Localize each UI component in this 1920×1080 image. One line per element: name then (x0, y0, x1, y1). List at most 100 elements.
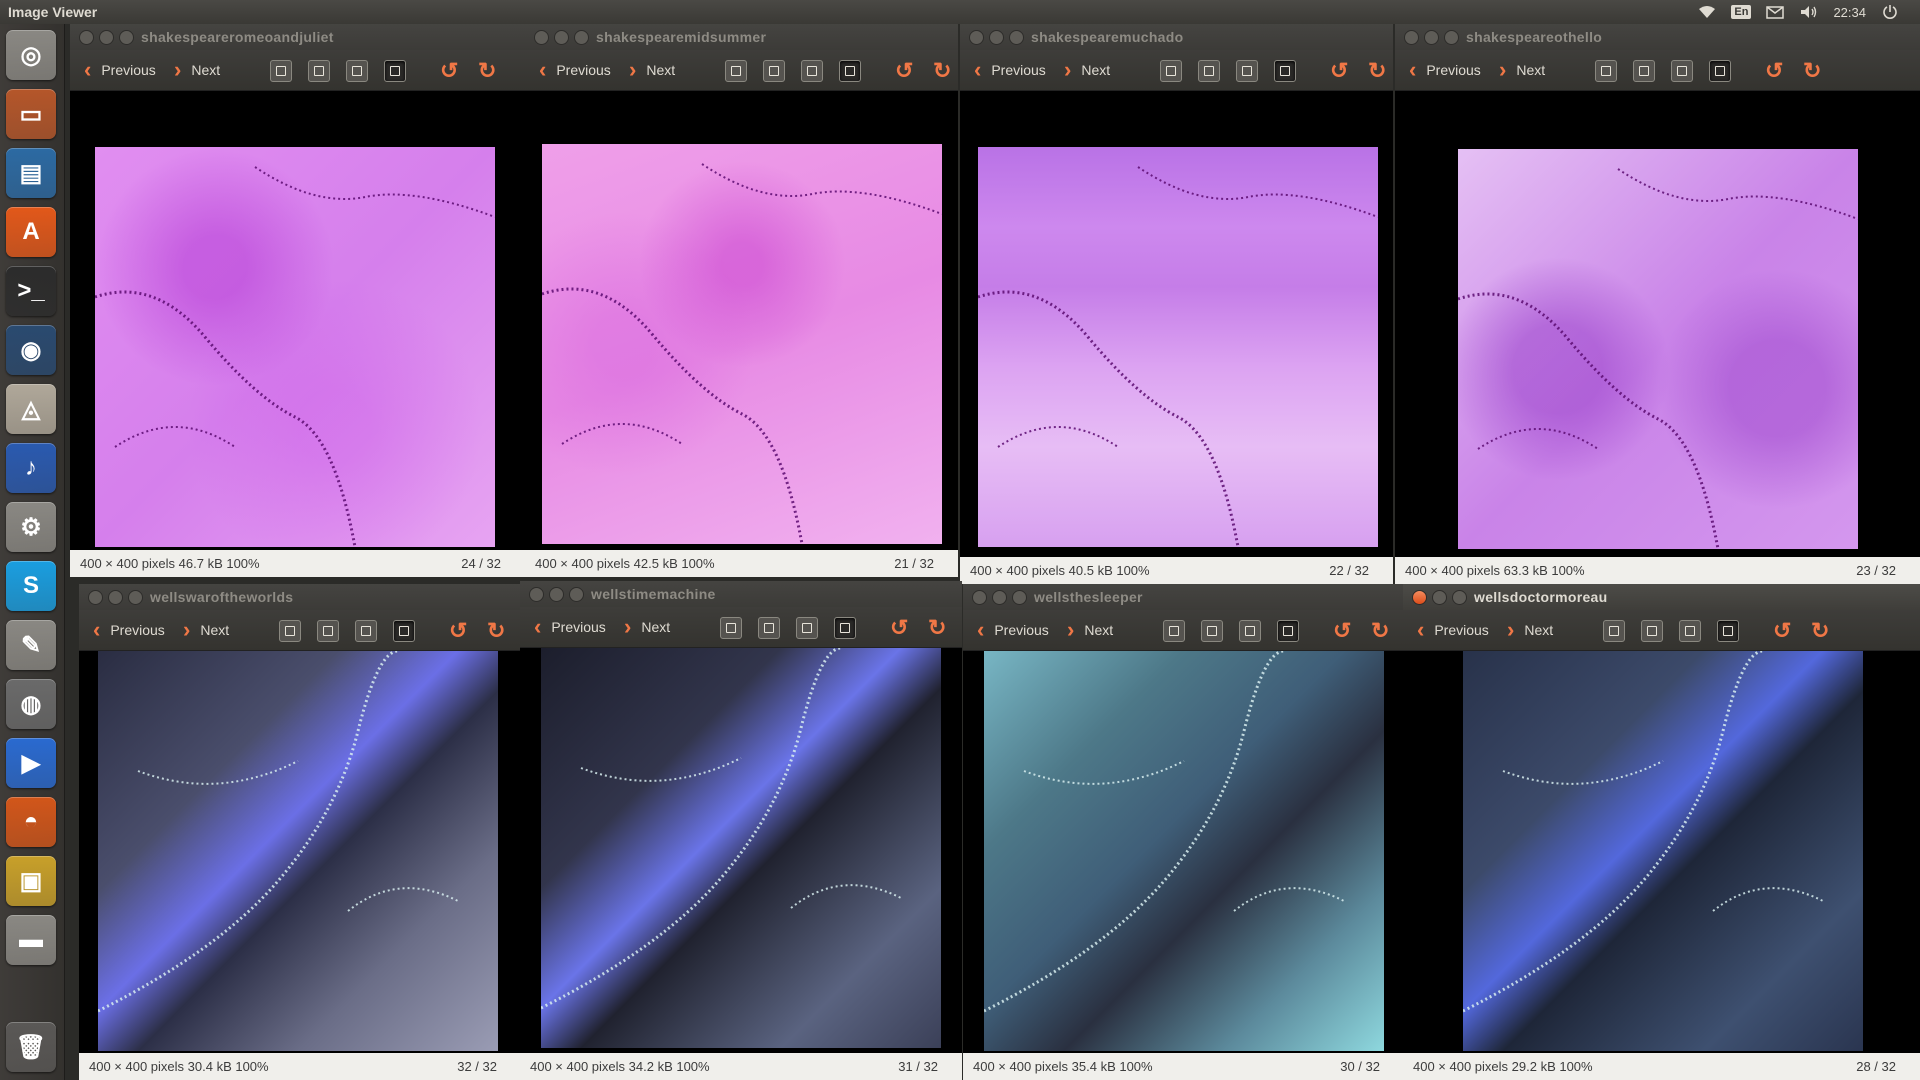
image-area[interactable] (1395, 91, 1920, 557)
best-fit-icon[interactable] (1717, 620, 1739, 642)
rotate-left-icon[interactable]: ↺ (895, 58, 913, 84)
rotate-left-icon[interactable]: ↺ (1765, 58, 1783, 84)
zoom-in-icon[interactable] (1595, 60, 1617, 82)
drive-icon[interactable]: ▬ (6, 915, 56, 965)
zoom-in-icon[interactable] (720, 617, 742, 639)
media-player-icon[interactable]: ▶ (6, 738, 56, 788)
maximize-icon[interactable] (119, 30, 134, 45)
title-bar[interactable]: wellstimemachine (520, 581, 962, 607)
image-viewer-window[interactable]: wellswaroftheworlds ‹ Previous › Next ↺ … (79, 584, 521, 1080)
zoom-out-icon[interactable] (763, 60, 785, 82)
previous-button[interactable]: ‹ Previous (534, 607, 606, 647)
audacity-icon[interactable]: ♪ (6, 443, 56, 493)
previous-button[interactable]: ‹ Previous (84, 50, 156, 90)
next-button[interactable]: › Next (183, 610, 229, 650)
image-area[interactable] (79, 651, 521, 1053)
close-icon[interactable] (969, 30, 984, 45)
maximize-icon[interactable] (128, 590, 143, 605)
minimize-icon[interactable] (108, 590, 123, 605)
zoom-out-icon[interactable] (1641, 620, 1663, 642)
map-icon[interactable]: ◬ (6, 384, 56, 434)
previous-button[interactable]: ‹ Previous (1409, 50, 1481, 90)
title-bar[interactable]: shakespearemidsummer (525, 24, 958, 50)
normal-size-icon[interactable] (796, 617, 818, 639)
image-area[interactable] (525, 91, 958, 550)
image-viewer-icon[interactable]: ▣ (6, 856, 56, 906)
maximize-icon[interactable] (1452, 590, 1467, 605)
close-icon[interactable] (79, 30, 94, 45)
image-viewer-window[interactable]: wellsdoctormoreau ‹ Previous › Next ↺ ↻ … (1403, 584, 1920, 1080)
zoom-out-icon[interactable] (758, 617, 780, 639)
rotate-left-icon[interactable]: ↺ (1330, 58, 1348, 84)
zoom-out-icon[interactable] (1198, 60, 1220, 82)
minimize-icon[interactable] (1424, 30, 1439, 45)
previous-button[interactable]: ‹ Previous (974, 50, 1046, 90)
zoom-out-icon[interactable] (1201, 620, 1223, 642)
next-button[interactable]: › Next (1067, 610, 1113, 650)
rotate-right-icon[interactable]: ↻ (478, 58, 496, 84)
zoom-out-icon[interactable] (308, 60, 330, 82)
zoom-out-icon[interactable] (1633, 60, 1655, 82)
zoom-in-icon[interactable] (1163, 620, 1185, 642)
normal-size-icon[interactable] (1671, 60, 1693, 82)
image-viewer-window[interactable]: wellstimemachine ‹ Previous › Next ↺ ↻ 4… (520, 581, 962, 1080)
zoom-out-icon[interactable] (317, 620, 339, 642)
terminal-icon[interactable]: >_ (6, 266, 56, 316)
normal-size-icon[interactable] (1239, 620, 1261, 642)
software-center-icon[interactable]: A (6, 207, 56, 257)
image-area[interactable] (70, 91, 525, 550)
writer-icon[interactable]: ▤ (6, 148, 56, 198)
keyboard-layout-indicator[interactable]: En (1731, 3, 1752, 21)
next-button[interactable]: › Next (1499, 50, 1545, 90)
minimize-icon[interactable] (554, 30, 569, 45)
normal-size-icon[interactable] (1679, 620, 1701, 642)
rotate-left-icon[interactable]: ↺ (890, 615, 908, 641)
maximize-icon[interactable] (574, 30, 589, 45)
rotate-right-icon[interactable]: ↻ (1811, 618, 1829, 644)
next-button[interactable]: › Next (174, 50, 220, 90)
zoom-in-icon[interactable] (1160, 60, 1182, 82)
system-settings-icon[interactable]: ⚙ (6, 502, 56, 552)
next-button[interactable]: › Next (629, 50, 675, 90)
image-area[interactable] (960, 91, 1393, 557)
previous-button[interactable]: ‹ Previous (977, 610, 1049, 650)
image-viewer-window[interactable]: wellsthesleeper ‹ Previous › Next ↺ ↻ 40… (963, 584, 1404, 1080)
normal-size-icon[interactable] (355, 620, 377, 642)
normal-size-icon[interactable] (801, 60, 823, 82)
rotate-left-icon[interactable]: ↺ (1773, 618, 1791, 644)
rotate-right-icon[interactable]: ↻ (487, 618, 505, 644)
volume-icon[interactable] (1799, 3, 1819, 21)
maximize-icon[interactable] (1009, 30, 1024, 45)
minimize-icon[interactable] (992, 590, 1007, 605)
best-fit-icon[interactable] (1274, 60, 1296, 82)
maximize-icon[interactable] (569, 587, 584, 602)
next-button[interactable]: › Next (624, 607, 670, 647)
mail-icon[interactable] (1765, 3, 1785, 21)
image-viewer-window[interactable]: shakespearemuchado ‹ Previous › Next ↺ ↻ (960, 24, 1393, 584)
image-area[interactable] (1403, 651, 1920, 1053)
best-fit-icon[interactable] (1709, 60, 1731, 82)
close-icon[interactable] (1412, 590, 1427, 605)
maximize-icon[interactable] (1444, 30, 1459, 45)
zoom-in-icon[interactable] (725, 60, 747, 82)
minimize-icon[interactable] (99, 30, 114, 45)
text-editor-icon[interactable]: ✎ (6, 620, 56, 670)
dash-icon[interactable]: ◎ (6, 30, 56, 80)
firefox-icon[interactable]: ◓ (6, 797, 56, 847)
title-bar[interactable]: shakespearemuchado (960, 24, 1393, 50)
previous-button[interactable]: ‹ Previous (539, 50, 611, 90)
best-fit-icon[interactable] (839, 60, 861, 82)
steam-icon[interactable]: ◉ (6, 325, 56, 375)
zoom-in-icon[interactable] (270, 60, 292, 82)
trash-icon[interactable]: 🗑 (6, 1022, 56, 1072)
title-bar[interactable]: wellsthesleeper (963, 584, 1404, 610)
rotate-right-icon[interactable]: ↻ (928, 615, 946, 641)
best-fit-icon[interactable] (393, 620, 415, 642)
close-icon[interactable] (972, 590, 987, 605)
close-icon[interactable] (534, 30, 549, 45)
rotate-right-icon[interactable]: ↻ (933, 58, 951, 84)
best-fit-icon[interactable] (834, 617, 856, 639)
previous-button[interactable]: ‹ Previous (1417, 610, 1489, 650)
minimize-icon[interactable] (549, 587, 564, 602)
rotate-left-icon[interactable]: ↺ (449, 618, 467, 644)
